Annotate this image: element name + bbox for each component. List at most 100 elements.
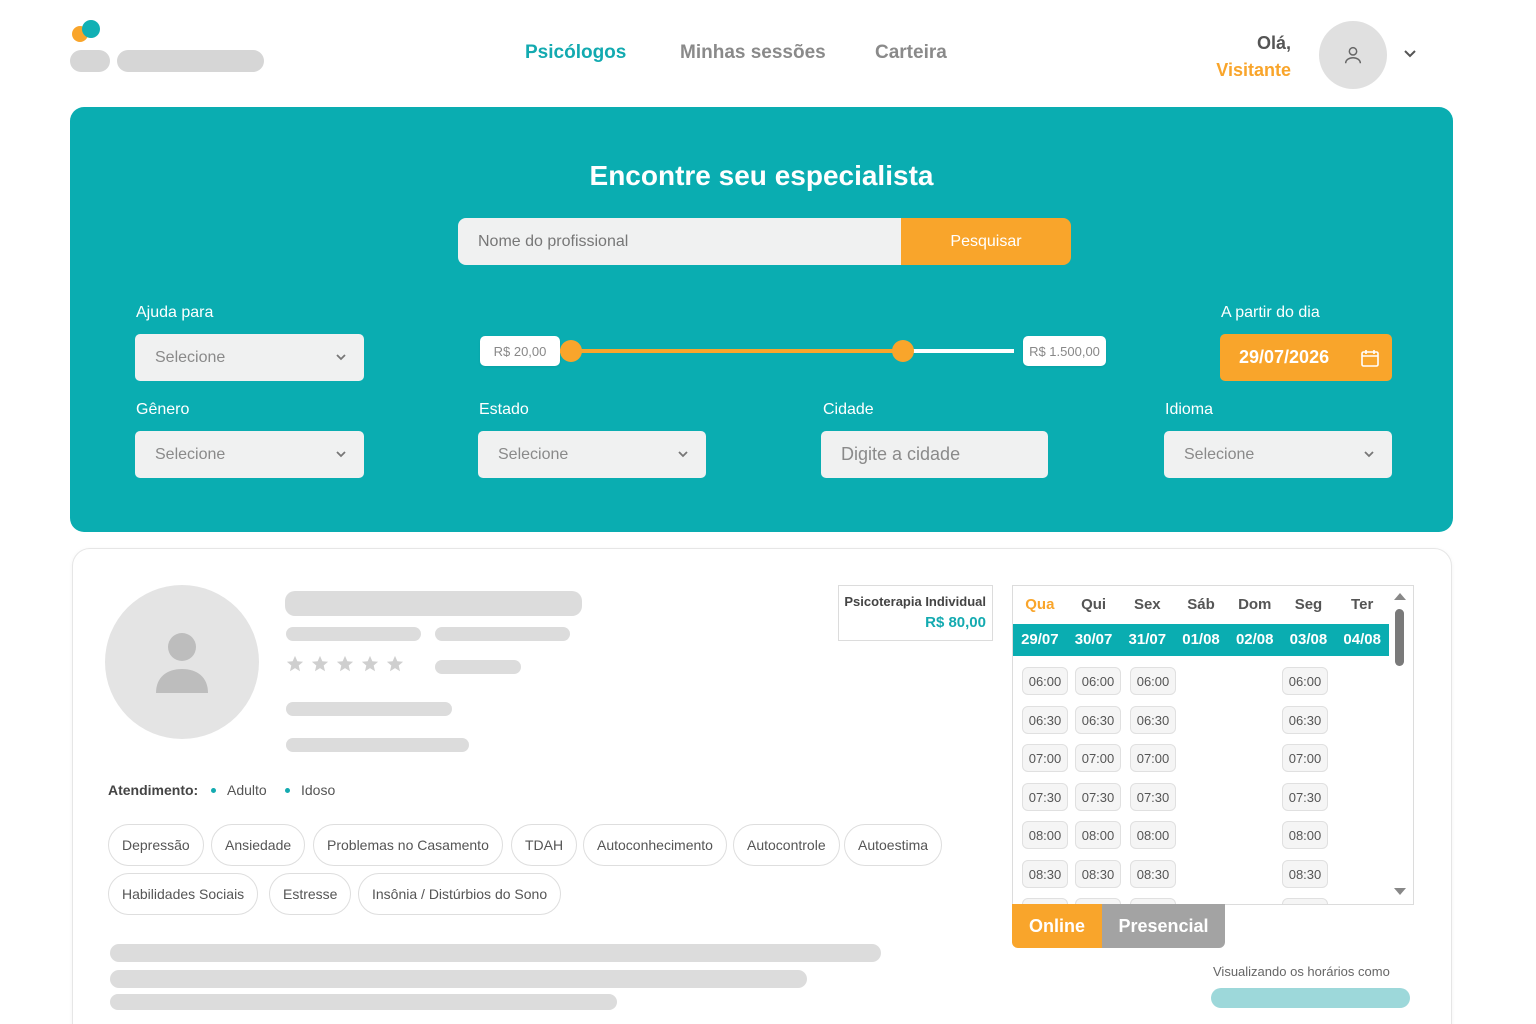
time-slot-partial[interactable] <box>1282 898 1328 904</box>
nav-psicologos[interactable]: Psicólogos <box>525 42 626 64</box>
time-slot[interactable]: 07:00 <box>1282 744 1328 772</box>
online-mode-button[interactable]: Online <box>1012 904 1102 948</box>
scroll-up-arrow-icon[interactable] <box>1394 593 1406 600</box>
date: 30/07 <box>1074 631 1113 648</box>
time-slot[interactable]: 06:30 <box>1130 706 1176 734</box>
specialty-tag[interactable]: Ansiedade <box>211 824 306 866</box>
chevron-down-icon <box>678 451 688 458</box>
specialty-tag[interactable]: Problemas no Casamento <box>313 824 503 866</box>
service-price-card: Psicoterapia Individual R$ 80,00 <box>838 585 993 641</box>
price-range-track <box>904 349 1014 353</box>
search-panel: Encontre seu especialista Nome do profis… <box>70 107 1453 532</box>
service-price: R$ 80,00 <box>925 614 986 631</box>
user-name: Visitante <box>1216 60 1291 80</box>
in-person-mode-button[interactable]: Presencial <box>1102 904 1225 948</box>
schedule-scrollbar[interactable] <box>1389 586 1413 904</box>
time-slot[interactable]: 07:30 <box>1130 783 1176 811</box>
time-slot[interactable]: 08:30 <box>1130 860 1176 888</box>
language-select[interactable]: Selecione <box>1164 431 1392 478</box>
time-slot[interactable]: 07:00 <box>1022 744 1068 772</box>
date-header: 29/07 30/07 31/07 01/08 02/08 03/08 04/0… <box>1013 624 1389 656</box>
specialty-tag[interactable]: Insônia / Distúrbios do Sono <box>358 873 562 915</box>
weekday: Sáb <box>1187 596 1215 613</box>
state-value: Selecione <box>498 445 569 463</box>
weekday: Qua <box>1025 596 1055 613</box>
chevron-down-icon <box>336 451 346 458</box>
weekday: Ter <box>1351 596 1374 613</box>
time-slot[interactable]: 06:30 <box>1282 706 1328 734</box>
specialty-tag[interactable]: Autoestima <box>844 824 943 866</box>
scroll-down-arrow-icon[interactable] <box>1394 888 1406 895</box>
user-icon <box>156 633 208 693</box>
date: 04/08 <box>1343 631 1381 648</box>
price-max-handle[interactable] <box>892 340 914 362</box>
weekday-header: Qua Qui Sex Sáb Dom Seg Ter <box>1013 586 1389 624</box>
time-slot[interactable]: 08:00 <box>1022 821 1068 849</box>
specialty-tag[interactable]: Estresse <box>269 873 352 915</box>
professional-name-input[interactable]: Nome do profissional <box>458 218 902 265</box>
schedule-grid: Qua Qui Sex Sáb Dom Seg Ter 29/07 30/07 … <box>1012 585 1414 905</box>
time-slot[interactable]: 07:30 <box>1075 783 1121 811</box>
time-slot[interactable]: 08:30 <box>1282 860 1328 888</box>
weekday: Sex <box>1133 596 1161 613</box>
time-slot[interactable]: 06:00 <box>1022 667 1068 695</box>
date: 29/07 <box>1021 631 1059 648</box>
attendance-item-adult: Adulto <box>211 782 267 798</box>
specialty-tag[interactable]: TDAH <box>511 824 578 866</box>
user-avatar[interactable] <box>1319 21 1387 89</box>
specialty-tag[interactable]: Depressão <box>108 824 204 866</box>
gender-select[interactable]: Selecione <box>135 431 364 478</box>
specialty-tag[interactable]: Autocontrole <box>733 824 840 866</box>
weekday: Seg <box>1294 596 1323 613</box>
date: 02/08 <box>1235 631 1274 648</box>
time-slot[interactable]: 07:30 <box>1282 783 1328 811</box>
time-slot[interactable]: 07:00 <box>1075 744 1121 772</box>
timezone-placeholder <box>1211 988 1410 1008</box>
specialty-tag[interactable]: Habilidades Sociais <box>108 873 259 915</box>
star-icon <box>311 655 329 672</box>
star-icon <box>361 655 379 672</box>
help-for-value: Selecione <box>155 348 226 366</box>
time-slot[interactable]: 08:00 <box>1130 821 1176 849</box>
description-placeholder <box>110 944 881 962</box>
specialty-tag[interactable]: Autoconhecimento <box>583 824 727 866</box>
city-input[interactable]: Digite a cidade <box>821 431 1048 478</box>
weekday: Dom <box>1238 596 1272 613</box>
chevron-down-icon[interactable] <box>1400 44 1420 64</box>
date-value: 29/07/2026 <box>1239 347 1330 367</box>
nav-minhas-sessoes[interactable]: Minhas sessões <box>680 42 826 64</box>
price-range-selected <box>560 349 904 353</box>
language-label: Idioma <box>1165 401 1214 418</box>
time-slot[interactable]: 08:00 <box>1075 821 1121 849</box>
date: 03/08 <box>1289 631 1328 648</box>
date-picker-button[interactable]: 29/07/2026 <box>1220 334 1392 381</box>
time-slot[interactable]: 08:00 <box>1282 821 1328 849</box>
time-slot[interactable]: 06:00 <box>1075 667 1121 695</box>
search-title: Encontre seu especialista <box>589 160 934 191</box>
price-min-box: R$ 20,00 <box>480 336 560 366</box>
description-placeholder <box>110 994 617 1010</box>
star-icon <box>386 655 404 672</box>
state-select[interactable]: Selecione <box>478 431 706 478</box>
time-slot[interactable]: 06:30 <box>1022 706 1068 734</box>
date-label: A partir do dia <box>1221 304 1320 321</box>
time-slot[interactable]: 06:30 <box>1075 706 1121 734</box>
time-slot[interactable]: 08:30 <box>1022 860 1068 888</box>
gender-label: Gênero <box>136 401 190 418</box>
state-label: Estado <box>479 401 529 418</box>
chevron-down-icon <box>336 354 346 361</box>
nav-carteira[interactable]: Carteira <box>875 42 947 64</box>
time-slot[interactable]: 07:00 <box>1130 744 1176 772</box>
time-slot[interactable]: 06:00 <box>1130 667 1176 695</box>
search-button[interactable]: Pesquisar <box>901 218 1071 265</box>
help-for-select[interactable]: Selecione <box>135 334 364 381</box>
time-slot[interactable]: 06:00 <box>1282 667 1328 695</box>
user-greeting: Olá, Visitante <box>1216 30 1291 84</box>
scroll-thumb[interactable] <box>1395 609 1404 666</box>
city-label: Cidade <box>823 401 874 418</box>
price-min-handle[interactable] <box>560 340 582 362</box>
subtitle-placeholder <box>435 627 570 641</box>
time-slot[interactable]: 08:30 <box>1075 860 1121 888</box>
time-slot[interactable]: 07:30 <box>1022 783 1068 811</box>
viewing-timezone-label: Visualizando os horários como <box>1213 964 1390 979</box>
